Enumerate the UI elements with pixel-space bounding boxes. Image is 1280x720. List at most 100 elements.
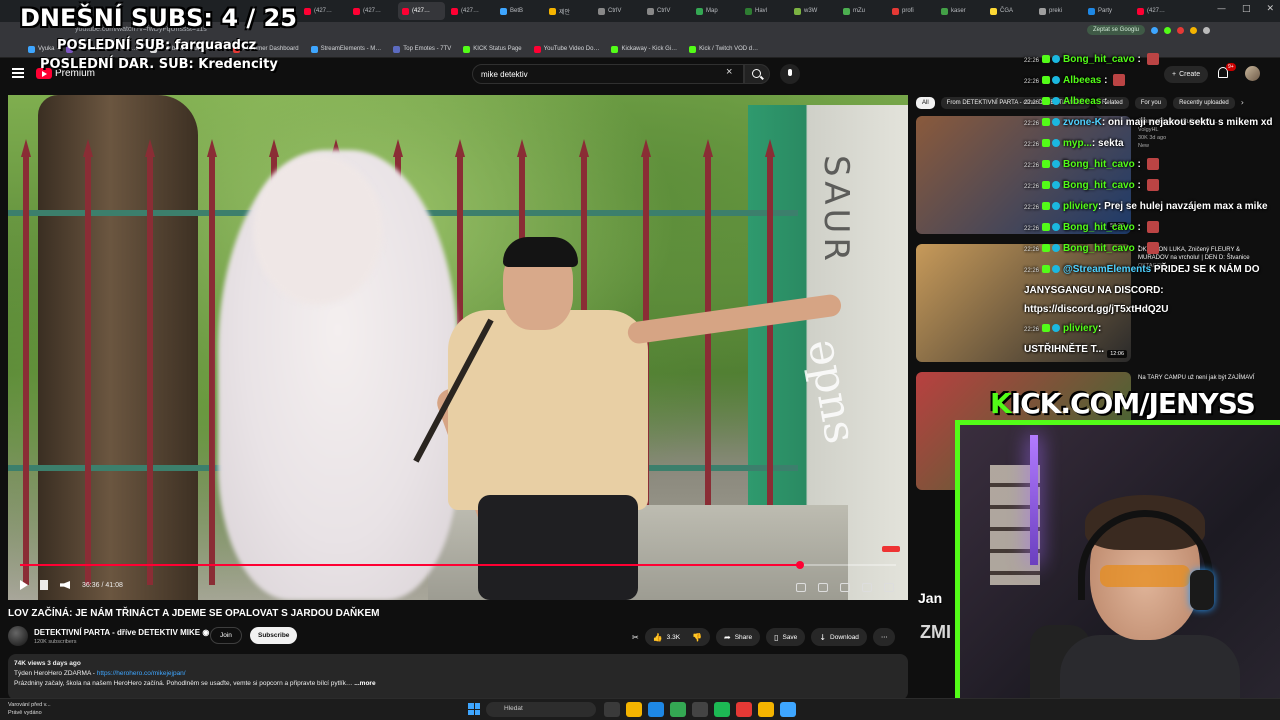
subtitles-icon[interactable] [818, 583, 828, 592]
like-button[interactable]: 👍 3.3K 👎 [644, 628, 711, 646]
taskbar-app-icon[interactable] [670, 702, 686, 717]
maximize-button[interactable]: □ [1242, 4, 1251, 14]
channel-name[interactable]: DETEKTIVNÍ PARTA - dříve DETEKTIV MIKE ◉ [34, 628, 209, 637]
description-link[interactable]: https://herohero.co/mikejejpan/ [97, 670, 186, 677]
bookmark-item[interactable]: YouTube Video Do… [533, 45, 599, 53]
description-line: Prázdniny začaly, škola na našem HeroHer… [14, 679, 902, 689]
browser-tab[interactable]: 제안 [545, 2, 592, 20]
browser-tab[interactable]: Party [1084, 2, 1131, 20]
profile-icon[interactable] [1203, 26, 1210, 34]
voice-search-icon[interactable] [780, 64, 800, 84]
chat-username[interactable]: Albeeas [1063, 75, 1101, 86]
taskbar-app-icon[interactable] [758, 702, 774, 717]
browser-tab[interactable]: Havl [741, 2, 788, 20]
chat-username[interactable]: myp... [1063, 138, 1092, 149]
play-icon[interactable] [20, 580, 28, 590]
bookmark-favicon-icon [310, 45, 318, 53]
download-button[interactable]: ↓ Download [811, 628, 867, 646]
kick-banner-text: ICK.COM/JENYSS [1010, 387, 1256, 420]
chat-username[interactable]: Albeeas [1063, 96, 1101, 107]
subscriber-badge-icon [1042, 265, 1051, 274]
start-windows-icon[interactable] [468, 703, 480, 715]
video-title: LOV ZAČÍNÁ: JE NÁM TŘINÁCT A JDEME SE OP… [8, 608, 380, 619]
browser-tab[interactable]: ČGA [986, 2, 1033, 20]
toolbar-extensions: Zeptat se Googlu [1086, 25, 1210, 35]
browser-tab[interactable]: (427… [447, 2, 494, 20]
chat-username[interactable]: Bong_hit_cavo [1063, 180, 1135, 191]
taskbar-app-icon[interactable] [626, 702, 642, 717]
bookmark-item[interactable]: StreamElements - M… [310, 45, 381, 53]
chat-timestamp: 22:26 [1024, 79, 1040, 85]
share-button[interactable]: ➦ Share [716, 628, 761, 646]
save-button[interactable]: ▯ Save [766, 628, 806, 646]
hamburger-menu-icon[interactable] [12, 68, 24, 78]
chat-username[interactable]: pliviery [1063, 201, 1098, 212]
bookmark-item[interactable]: Kickaway - Kick Gi… [611, 45, 677, 53]
browser-tab[interactable]: mZu [839, 2, 886, 20]
browser-tab[interactable]: BetB [496, 2, 543, 20]
browser-tab[interactable]: profi [888, 2, 935, 20]
chat-separator: : [1134, 243, 1144, 254]
progress-bar[interactable] [20, 561, 896, 569]
clear-search-icon[interactable]: × [726, 66, 732, 78]
volume-icon[interactable] [60, 581, 70, 589]
google-ask-button[interactable]: Zeptat se Googlu [1086, 25, 1145, 35]
filter-chip[interactable]: All [916, 96, 935, 109]
chat-username[interactable]: zvone-K [1063, 117, 1102, 128]
taskbar-app-icon[interactable] [604, 702, 620, 717]
taskbar-app-icon[interactable] [780, 702, 796, 717]
browser-tab[interactable]: Map [692, 2, 739, 20]
extension-icon[interactable] [1177, 26, 1184, 34]
extension-icon[interactable] [1164, 26, 1171, 34]
progress-scrubber[interactable] [796, 561, 804, 569]
weather-widget[interactable]: Varování před v... Právě vydáno [8, 701, 51, 717]
fullscreen-icon[interactable] [884, 583, 894, 592]
taskbar-app-icon[interactable] [648, 702, 664, 717]
browser-tab[interactable]: (427… [398, 2, 445, 20]
taskbar-app-icon[interactable] [714, 702, 730, 717]
bookmark-item[interactable]: Top Emotes - 7TV [393, 45, 451, 53]
channel-avatar[interactable] [8, 626, 28, 646]
chat-username[interactable]: @StreamElements [1063, 264, 1151, 275]
tab-label: Map [706, 8, 718, 14]
video-title-text[interactable]: Na TARY CAMPU už není jak být ZAJÍMAVÍ [1138, 374, 1268, 382]
settings-gear-icon[interactable] [840, 583, 850, 592]
browser-tab[interactable]: w3W [790, 2, 837, 20]
extension-icon[interactable] [1190, 26, 1197, 34]
bookmark-item[interactable]: Vyuka [28, 45, 54, 53]
chat-username[interactable]: pliviery [1063, 323, 1098, 334]
description-box[interactable]: 74K views 3 days ago Týden HeroHero ZDAR… [8, 654, 908, 700]
search-input[interactable]: mike detektiv [472, 64, 744, 84]
thumbs-down-icon[interactable]: 👎 [692, 633, 702, 642]
browser-tab[interactable]: preki [1035, 2, 1082, 20]
chat-username[interactable]: Bong_hit_cavo [1063, 159, 1135, 170]
browser-tab[interactable]: (427… [1133, 2, 1180, 20]
theater-mode-icon[interactable] [862, 583, 872, 592]
autoplay-toggle-icon[interactable] [796, 583, 806, 592]
subscribe-button[interactable]: Subscribe [250, 627, 298, 644]
chat-username[interactable]: Bong_hit_cavo [1063, 222, 1135, 233]
search-button[interactable] [744, 64, 770, 84]
browser-tab[interactable]: (427… [349, 2, 396, 20]
browser-tab[interactable]: (427… [300, 2, 347, 20]
bookmark-item[interactable]: Kick / Twitch VOD d… [689, 45, 758, 53]
more-actions-button[interactable]: ⋯ [872, 628, 896, 646]
extension-icon[interactable] [1151, 26, 1158, 34]
taskbar-app-icon[interactable] [736, 702, 752, 717]
browser-tab[interactable]: CtrlV [643, 2, 690, 20]
join-button[interactable]: Join [210, 627, 242, 644]
taskbar-app-icon[interactable] [692, 702, 708, 717]
chat-username[interactable]: Bong_hit_cavo [1063, 54, 1135, 65]
browser-tab[interactable]: CtrlV [594, 2, 641, 20]
clip-icon[interactable]: ✂ [632, 633, 639, 642]
video-player[interactable]: SAUR ǝpns 36:36 / 41:08 [8, 95, 908, 600]
minimize-button[interactable]: — [1217, 4, 1226, 14]
chat-username[interactable]: Bong_hit_cavo [1063, 243, 1135, 254]
browser-tab[interactable]: kaser [937, 2, 984, 20]
bookmark-item[interactable]: KICK Status Page [463, 45, 522, 53]
next-icon[interactable] [40, 580, 48, 590]
show-more-link[interactable]: ...more [354, 680, 375, 687]
taskbar-search[interactable]: Hledat [486, 702, 596, 717]
close-window-button[interactable]: ✕ [1266, 4, 1274, 14]
description-line: Týden HeroHero ZDARMA - https://herohero… [14, 669, 902, 679]
